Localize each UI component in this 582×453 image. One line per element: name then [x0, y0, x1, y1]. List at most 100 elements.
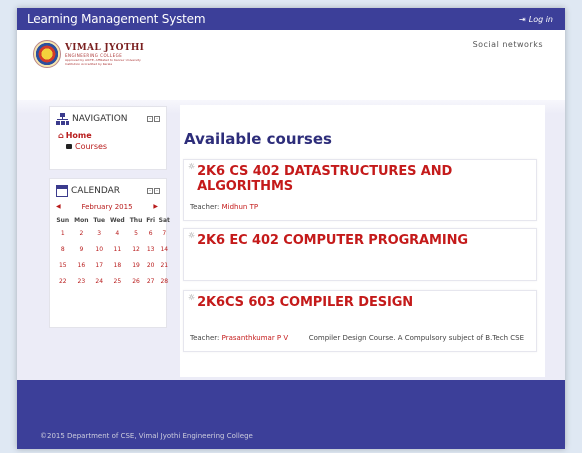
navigation-list: ⌂ Home Courses [50, 129, 166, 157]
logo-accreditation: Institution Accredited by Kerala [65, 61, 113, 66]
teacher-name-link[interactable]: Prasanthkumar P V [222, 334, 289, 342]
course-summary: Compiler Design Course. A Compulsory sub… [308, 334, 524, 342]
course-icon: ☼ [188, 162, 196, 171]
calendar-week-row: 15 16 17 18 19 20 21 [54, 257, 172, 273]
logo-name: VIMAL JYOTHI [65, 42, 145, 53]
course-title: 2K6 EC 402 COMPUTER PROGRAMING [197, 233, 468, 248]
main-panel: Available courses ☼ 2K6 CS 402 DATASTRUC… [180, 105, 545, 377]
course-icon: ☼ [188, 231, 196, 240]
block-controls: - - [147, 116, 160, 122]
teacher-label: Teacher: [190, 334, 220, 342]
nav-item-courses[interactable]: Courses [58, 142, 160, 151]
course-title: 2K6CS 603 COMPILER DESIGN [197, 295, 414, 310]
calendar-day[interactable]: 10 [91, 241, 107, 257]
site-title[interactable]: Learning Management System [27, 12, 206, 26]
course-title-link[interactable]: ☼ 2K6CS 603 COMPILER DESIGN [188, 293, 414, 310]
teacher-name-link[interactable]: Midhun TP [222, 203, 258, 211]
calendar-day[interactable]: 23 [72, 273, 92, 289]
calendar-day[interactable]: 3 [91, 225, 107, 241]
course-teacher: Teacher: Midhun TP [190, 203, 258, 211]
course-title-link[interactable]: ☼ 2K6 CS 402 DATASTRUCTURES AND ALGORITH… [188, 162, 536, 194]
calendar-week-row: 8 9 10 11 12 13 14 [54, 241, 172, 257]
calendar-day[interactable]: 13 [145, 241, 157, 257]
header: VIMAL JYOTHI ENGINEERING COLLEGE Approve… [17, 30, 565, 100]
calendar-day[interactable]: 1 [54, 225, 72, 241]
course-card: ☼ 2K6 EC 402 COMPUTER PROGRAMING [183, 228, 537, 281]
calendar-month-label[interactable]: February 2015 [81, 203, 132, 211]
calendar-day[interactable]: 24 [91, 273, 107, 289]
calendar-day[interactable]: 22 [54, 273, 72, 289]
calendar-day[interactable]: 15 [54, 257, 72, 273]
calendar-day[interactable]: 8 [54, 241, 72, 257]
logo-approval: Approved by AICTE, Affiliated to Kannur … [65, 57, 141, 62]
weekday-label: Fri [146, 216, 155, 224]
calendar-day[interactable]: 17 [91, 257, 107, 273]
nav-courses-label: Courses [75, 142, 108, 151]
calendar-title-text: CALENDAR [71, 186, 121, 196]
weekday-label: Sat [158, 216, 170, 224]
dock-icon[interactable]: - [147, 116, 153, 122]
calendar-block: CALENDAR - - ◀ February 2015 ▶ Sun Mon T… [49, 178, 170, 328]
calendar-day[interactable]: 20 [145, 257, 157, 273]
previous-month-icon[interactable]: ◀ [56, 203, 61, 211]
course-card: ☼ 2K6CS 603 COMPILER DESIGN Teacher: Pra… [183, 290, 537, 352]
calendar-day[interactable]: 4 [107, 225, 127, 241]
dock-icon[interactable]: - [147, 188, 153, 194]
course-title-link[interactable]: ☼ 2K6 EC 402 COMPUTER PROGRAMING [188, 231, 468, 248]
calendar-month-nav: ◀ February 2015 ▶ [50, 203, 166, 211]
calendar-day[interactable]: 19 [127, 257, 144, 273]
login-icon: ⇥ [519, 14, 526, 24]
calendar-day[interactable]: 26 [127, 273, 144, 289]
weekday-label: Tue [93, 216, 106, 224]
calendar-day[interactable]: 28 [157, 273, 172, 289]
weekday-label: Thu [129, 216, 143, 224]
next-month-icon[interactable]: ▶ [153, 203, 158, 211]
social-networks-link[interactable]: Social networks [473, 40, 543, 49]
calendar-day[interactable]: 5 [127, 225, 144, 241]
course-icon: ☼ [188, 293, 196, 302]
calendar-day[interactable]: 27 [145, 273, 157, 289]
login-label: Log in [528, 14, 553, 24]
calendar-day[interactable]: 7 [157, 225, 172, 241]
college-logo[interactable]: VIMAL JYOTHI ENGINEERING COLLEGE Approve… [33, 40, 144, 68]
weekday-label: Mon [74, 216, 89, 224]
college-seal-icon [33, 40, 61, 68]
hide-block-icon[interactable]: - [154, 188, 160, 194]
calendar-week-row: 1 2 3 4 5 6 7 [54, 225, 172, 241]
weekday-label: Sun [56, 216, 70, 224]
footer-copyright: ©2015 Department of CSE, Vimal Jyothi En… [40, 432, 253, 440]
navigation-title: NAVIGATION [56, 113, 128, 125]
calendar-day[interactable]: 21 [157, 257, 172, 273]
login-link[interactable]: ⇥ Log in [519, 15, 553, 24]
content-area: NAVIGATION - - ⌂ Home Courses CALENDAR -… [17, 100, 565, 380]
calendar-day[interactable]: 6 [145, 225, 157, 241]
block-controls: - - [147, 188, 160, 194]
calendar-day[interactable]: 11 [107, 241, 127, 257]
teacher-label: Teacher: [190, 203, 220, 211]
course-title: 2K6 CS 402 DATASTRUCTURES AND ALGORITHMS [197, 164, 453, 194]
calendar-day[interactable]: 9 [72, 241, 92, 257]
calendar-title: CALENDAR [56, 185, 120, 197]
hide-block-icon[interactable]: - [154, 116, 160, 122]
calendar-day[interactable]: 12 [127, 241, 144, 257]
calendar-day[interactable]: 25 [107, 273, 127, 289]
page-frame: Learning Management System ⇥ Log in VIMA… [17, 8, 565, 449]
calendar-day[interactable]: 16 [72, 257, 92, 273]
nav-home-label: Home [65, 131, 92, 140]
calendar-icon [56, 185, 68, 197]
calendar-day[interactable]: 18 [107, 257, 127, 273]
top-navbar: Learning Management System ⇥ Log in [17, 8, 565, 30]
page-title: Available courses [184, 130, 332, 148]
calendar-day[interactable]: 2 [72, 225, 92, 241]
calendar-day[interactable]: 14 [157, 241, 172, 257]
calendar-header: CALENDAR - - [50, 179, 166, 201]
sitemap-icon [56, 113, 69, 125]
weekday-label: Wed [109, 216, 125, 224]
nav-item-home[interactable]: ⌂ Home [58, 131, 160, 140]
logo-text: VIMAL JYOTHI ENGINEERING COLLEGE Approve… [65, 43, 144, 66]
folder-icon [66, 144, 72, 149]
calendar-grid: Sun Mon Tue Wed Thu Fri Sat 1 2 3 4 5 6 … [54, 215, 172, 289]
navigation-block: NAVIGATION - - ⌂ Home Courses [49, 106, 167, 170]
course-card: ☼ 2K6 CS 402 DATASTRUCTURES AND ALGORITH… [183, 159, 537, 221]
navigation-header: NAVIGATION - - [50, 107, 166, 129]
